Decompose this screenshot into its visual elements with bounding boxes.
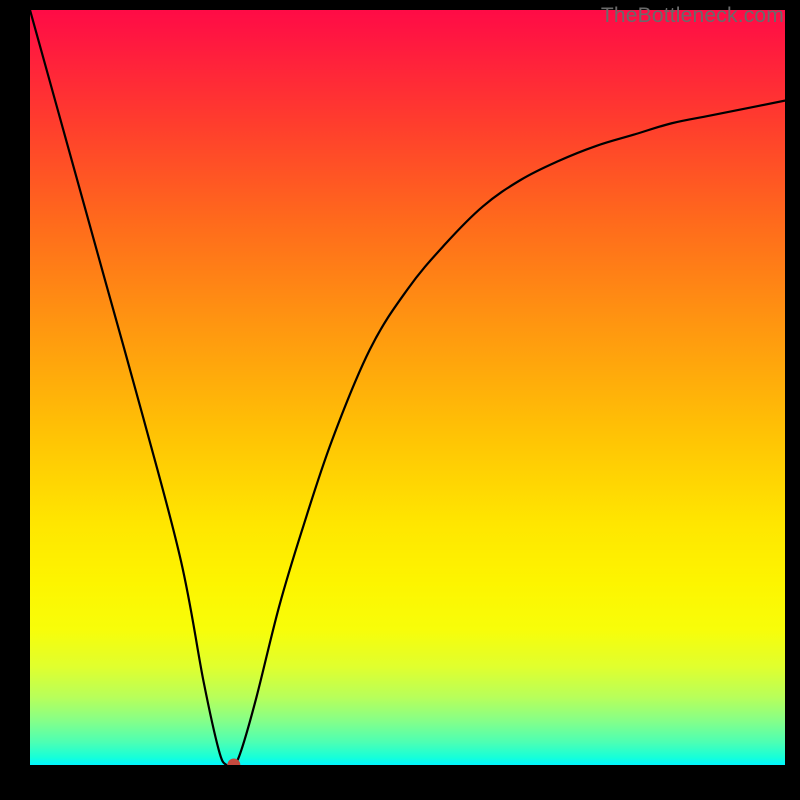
curve-svg bbox=[30, 10, 785, 765]
chart-frame: TheBottleneck.com bbox=[0, 0, 800, 800]
plot-area bbox=[30, 10, 785, 765]
bottleneck-curve-path bbox=[30, 10, 785, 765]
